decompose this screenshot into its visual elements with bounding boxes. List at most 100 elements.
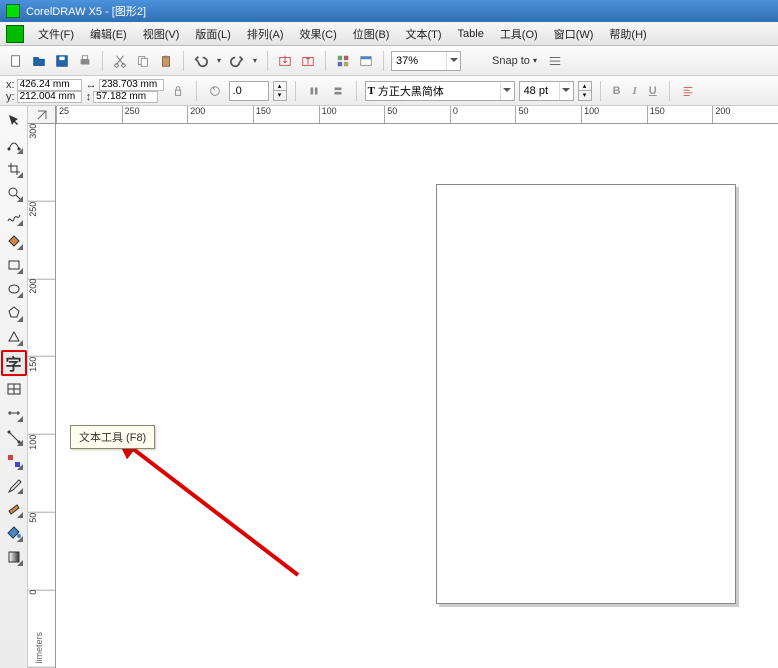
drawing-canvas[interactable]	[56, 124, 778, 668]
ruler-tick: 0	[450, 106, 516, 123]
basic-shapes-tool[interactable]	[3, 326, 25, 348]
spin-up-icon[interactable]: ▴	[274, 82, 286, 91]
x-label: x:	[6, 79, 15, 91]
zoom-tool[interactable]	[3, 182, 25, 204]
chevron-down-icon[interactable]	[446, 52, 460, 70]
copy-button[interactable]	[133, 51, 153, 71]
connector-tool[interactable]	[3, 426, 25, 448]
ruler-tick: 50	[28, 513, 55, 591]
ruler-tick: 100	[581, 106, 647, 123]
smart-fill-tool[interactable]	[3, 230, 25, 252]
interactive-fill-tool[interactable]	[3, 546, 25, 568]
font-combo[interactable]: T 方正大黑简体	[365, 81, 515, 101]
shape-tool[interactable]	[3, 134, 25, 156]
menu-table[interactable]: Table	[450, 28, 492, 40]
ruler-tick: 100	[319, 106, 385, 123]
eyedropper-tool[interactable]	[3, 474, 25, 496]
units-label: limeters	[34, 632, 44, 664]
height-icon: ↕	[86, 91, 92, 103]
undo-dd-icon[interactable]: ▾	[214, 51, 224, 71]
welcome-button[interactable]	[356, 51, 376, 71]
menu-view[interactable]: 视图(V)	[135, 26, 188, 42]
menu-layout[interactable]: 版面(L)	[187, 26, 238, 42]
ruler-tick: 300	[28, 124, 55, 202]
chevron-down-icon[interactable]	[559, 82, 573, 100]
pick-tool[interactable]	[3, 110, 25, 132]
paste-button[interactable]	[156, 51, 176, 71]
x-input[interactable]	[17, 79, 82, 91]
ruler-tick: 100	[28, 435, 55, 513]
zoom-value: 37%	[396, 55, 418, 67]
rotation-icon	[205, 81, 225, 101]
title-bar: CorelDRAW X5 - [图形2]	[0, 0, 778, 22]
snap-label: Snap to	[492, 55, 530, 67]
table-tool[interactable]	[3, 378, 25, 400]
rotation-input[interactable]	[229, 81, 269, 101]
bold-button[interactable]: B	[609, 85, 625, 97]
options-button[interactable]	[545, 51, 565, 71]
text-tool[interactable]: 字	[1, 350, 27, 376]
app-menu-icon[interactable]	[6, 25, 24, 43]
menu-help[interactable]: 帮助(H)	[601, 26, 654, 42]
outline-tool[interactable]	[3, 498, 25, 520]
menu-effects[interactable]: 效果(C)	[292, 26, 345, 42]
lock-ratio-icon[interactable]	[168, 81, 188, 101]
redo-dd-icon[interactable]: ▾	[250, 51, 260, 71]
import-button[interactable]	[275, 51, 295, 71]
print-button[interactable]	[75, 51, 95, 71]
snap-to-menu[interactable]: Snap to ▾	[487, 51, 542, 71]
spin-down-icon[interactable]: ▾	[274, 91, 286, 100]
ruler-tick: 250	[122, 106, 188, 123]
width-input[interactable]	[99, 79, 164, 91]
menu-window[interactable]: 窗口(W)	[546, 26, 602, 42]
ellipse-tool[interactable]	[3, 278, 25, 300]
rectangle-tool[interactable]	[3, 254, 25, 276]
font-prefix-icon: T	[368, 85, 375, 97]
text-align-icon[interactable]	[678, 81, 698, 101]
ruler-tick: 150	[647, 106, 713, 123]
app-launcher-button[interactable]	[333, 51, 353, 71]
crop-tool[interactable]	[3, 158, 25, 180]
menu-arrange[interactable]: 排列(A)	[239, 26, 292, 42]
new-doc-button[interactable]	[6, 51, 26, 71]
menu-bar: 文件(F) 编辑(E) 视图(V) 版面(L) 排列(A) 效果(C) 位图(B…	[0, 22, 778, 46]
app-logo-icon	[6, 4, 20, 18]
underline-button[interactable]: U	[645, 85, 661, 97]
open-button[interactable]	[29, 51, 49, 71]
mirror-h-icon[interactable]	[304, 81, 324, 101]
export-button[interactable]	[298, 51, 318, 71]
workspace: 字 25 250 200 150 100 50 0 50 100 150 200…	[0, 106, 778, 668]
mirror-v-icon[interactable]	[328, 81, 348, 101]
ruler-tick: 50	[384, 106, 450, 123]
font-name: 方正大黑简体	[378, 83, 444, 99]
zoom-combo[interactable]: 37%	[391, 51, 461, 71]
text-tool-glyph: 字	[5, 351, 21, 375]
fill-tool[interactable]	[3, 522, 25, 544]
property-bar: x: y: ↔ ↕ ▴▾ T 方正大黑简体 48 pt ▴▾ B I U	[0, 76, 778, 106]
italic-button[interactable]: I	[629, 85, 641, 97]
menu-tools[interactable]: 工具(O)	[492, 26, 546, 42]
spin-up-icon[interactable]: ▴	[579, 82, 591, 91]
undo-button[interactable]	[191, 51, 211, 71]
polygon-tool[interactable]	[3, 302, 25, 324]
menu-text[interactable]: 文本(T)	[397, 26, 449, 42]
size-fields: ↔ ↕	[86, 79, 164, 103]
cut-button[interactable]	[110, 51, 130, 71]
ruler-origin-icon[interactable]	[28, 106, 56, 124]
spin-down-icon[interactable]: ▾	[579, 91, 591, 100]
interactive-blend-tool[interactable]	[3, 450, 25, 472]
menu-edit[interactable]: 编辑(E)	[82, 26, 135, 42]
chevron-down-icon[interactable]	[500, 82, 514, 100]
ruler-tick: 200	[28, 279, 55, 357]
font-size-combo[interactable]: 48 pt	[519, 81, 574, 101]
menu-file[interactable]: 文件(F)	[30, 26, 82, 42]
y-input[interactable]	[17, 91, 82, 103]
freehand-tool[interactable]	[3, 206, 25, 228]
menu-bitmap[interactable]: 位图(B)	[345, 26, 398, 42]
dimension-tool[interactable]	[3, 402, 25, 424]
redo-button[interactable]	[227, 51, 247, 71]
height-input[interactable]	[93, 91, 158, 103]
vertical-ruler[interactable]: 300 250 200 150 100 50 0	[28, 124, 56, 668]
horizontal-ruler[interactable]: 25 250 200 150 100 50 0 50 100 150 200	[56, 106, 778, 124]
save-button[interactable]	[52, 51, 72, 71]
